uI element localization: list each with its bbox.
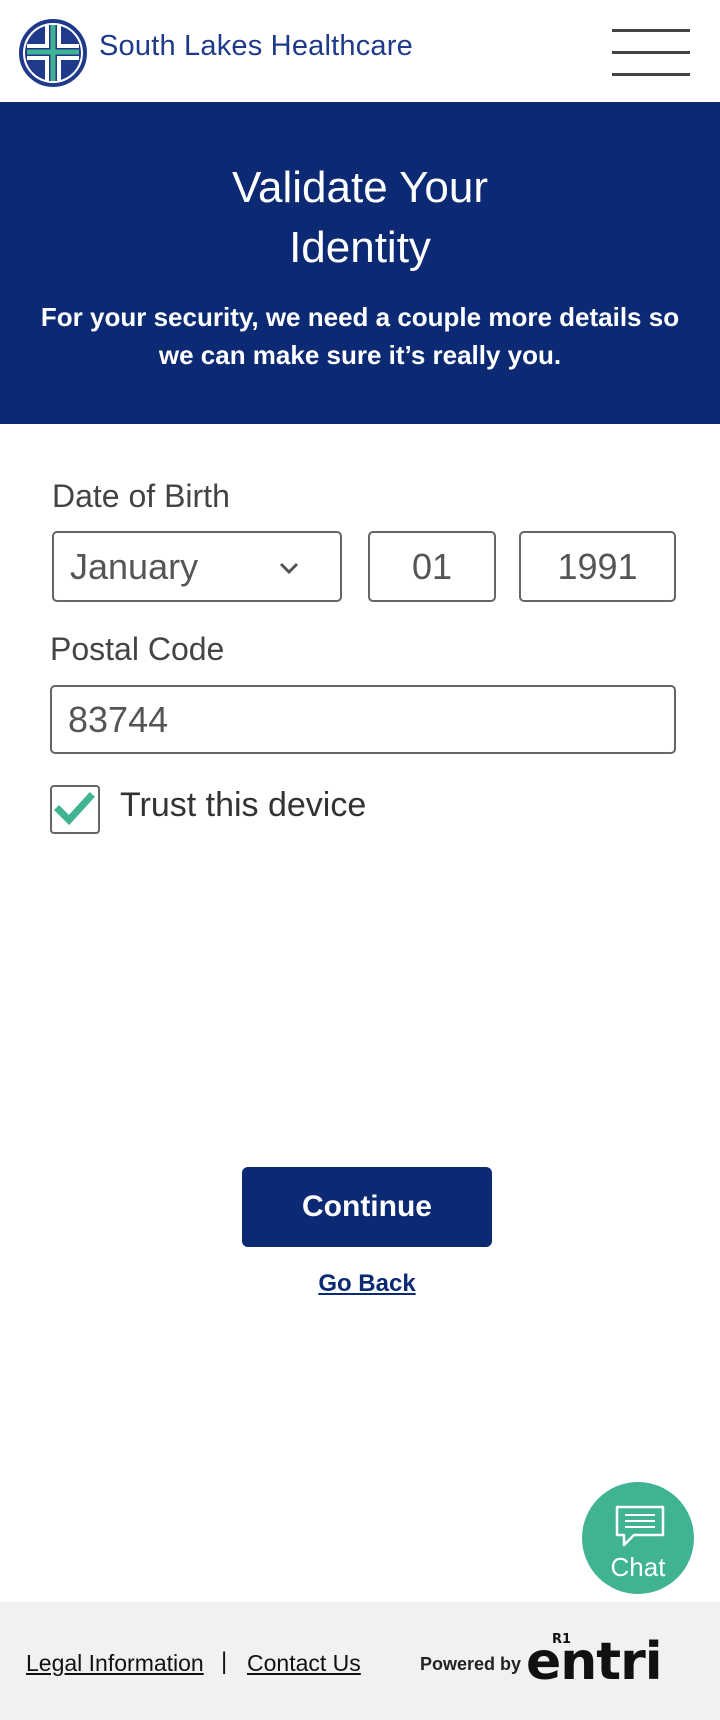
continue-button[interactable]: Continue — [242, 1167, 492, 1247]
month-value: January — [70, 545, 199, 587]
checkmark-icon — [54, 792, 95, 826]
site-footer: Legal Information | Contact Us Powered b… — [0, 1602, 720, 1720]
site-header: South Lakes Healthcare — [0, 0, 720, 102]
month-select[interactable]: January — [52, 531, 342, 602]
entri-logo-text: entri — [526, 1632, 663, 1692]
page-subtitle: For your security, we need a couple more… — [40, 302, 680, 370]
page: South Lakes Healthcare Validate Your Ide… — [0, 0, 720, 1720]
postal-code-label: Postal Code — [50, 631, 225, 667]
day-field[interactable]: 01 — [368, 531, 496, 602]
trust-device-label[interactable]: Trust this device — [120, 786, 366, 825]
chat-bubble-icon — [615, 1505, 665, 1547]
year-field[interactable]: 1991 — [519, 531, 676, 602]
legal-information-link[interactable]: Legal Information — [26, 1650, 204, 1677]
contact-us-link[interactable]: Contact Us — [247, 1650, 361, 1677]
year-value: 1991 — [557, 545, 638, 587]
cross-shield-logo-icon — [19, 19, 87, 87]
identity-banner: Validate Your Identity For your security… — [0, 102, 720, 424]
entri-logo: R1 entri — [526, 1632, 700, 1692]
trust-device-checkbox[interactable] — [50, 785, 100, 834]
day-value: 01 — [411, 545, 453, 587]
dob-label: Date of Birth — [52, 478, 230, 514]
chevron-down-icon — [279, 562, 299, 575]
brand-name[interactable]: South Lakes Healthcare — [99, 30, 413, 63]
postal-code-value: 83744 — [68, 698, 169, 740]
chat-button[interactable]: Chat — [582, 1482, 694, 1594]
page-title-line2: Identity — [289, 223, 431, 272]
powered-by-label: Powered by — [420, 1654, 522, 1674]
hamburger-menu-icon[interactable] — [612, 28, 690, 78]
go-back-link[interactable]: Go Back — [0, 1270, 720, 1298]
page-title: Validate Your Identity — [0, 158, 720, 278]
page-title-line1: Validate Your — [231, 163, 489, 212]
footer-separator: | — [221, 1648, 228, 1675]
postal-code-field[interactable]: 83744 — [50, 685, 676, 754]
chat-label: Chat — [610, 1552, 666, 1582]
